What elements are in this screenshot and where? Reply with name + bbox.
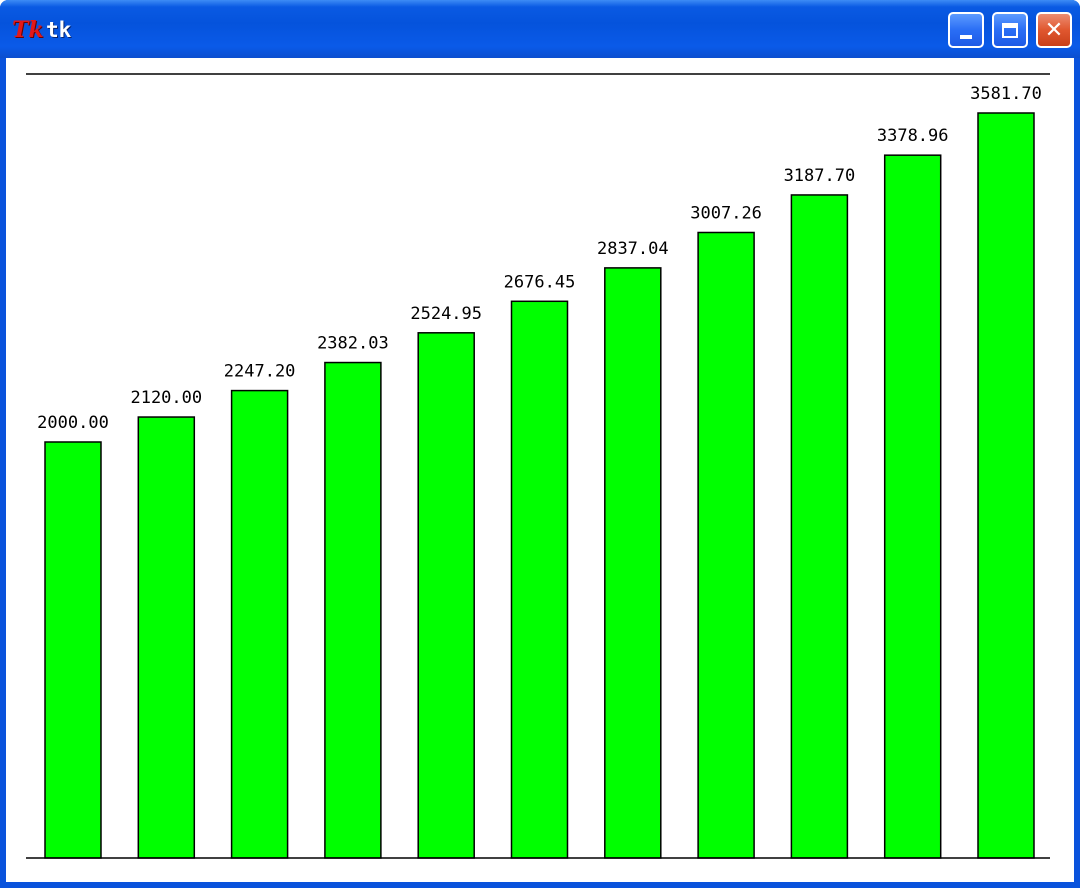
bar-value-label: 3007.26 <box>690 203 762 223</box>
bar-value-label: 3581.70 <box>970 84 1042 104</box>
bar <box>977 112 1035 859</box>
bar <box>44 441 102 859</box>
bar-value-label: 2247.20 <box>224 362 296 382</box>
close-icon: ✕ <box>1044 17 1064 43</box>
maximize-icon <box>1002 22 1018 38</box>
tk-logo-icon: Tk <box>12 17 44 43</box>
bar <box>604 267 662 859</box>
app-window: Tk tk ✕ 2000.00 2120.00 2247.20 2382.03 2524… <box>0 0 1080 888</box>
bar <box>510 300 569 859</box>
bar <box>697 231 755 859</box>
minimize-icon <box>960 35 972 39</box>
maximize-button[interactable] <box>992 12 1028 48</box>
bar-value-label: 3378.96 <box>877 126 949 146</box>
bar-value-label: 2382.03 <box>317 334 389 354</box>
chart-canvas: 2000.00 2120.00 2247.20 2382.03 2524.95 2676.… <box>6 58 1074 882</box>
minimize-button[interactable] <box>948 12 984 48</box>
bar <box>324 361 382 859</box>
bar-value-label: 2120.00 <box>130 388 202 408</box>
bar <box>417 332 475 859</box>
bar <box>230 389 289 859</box>
bar-value-label: 3187.70 <box>784 166 856 186</box>
bar <box>883 154 942 859</box>
bar-chart: 2000.00 2120.00 2247.20 2382.03 2524.95 2676.… <box>26 73 1050 859</box>
bar <box>790 194 849 859</box>
bar-value-label: 2524.95 <box>410 304 482 324</box>
close-button[interactable]: ✕ <box>1036 12 1072 48</box>
window-title: tk <box>46 18 72 42</box>
bar-value-label: 2676.45 <box>504 272 576 292</box>
bar-value-label: 2000.00 <box>37 413 109 433</box>
bar <box>137 416 196 859</box>
title-bar[interactable]: Tk tk ✕ <box>0 0 1080 58</box>
bar-value-label: 2837.04 <box>597 239 669 259</box>
